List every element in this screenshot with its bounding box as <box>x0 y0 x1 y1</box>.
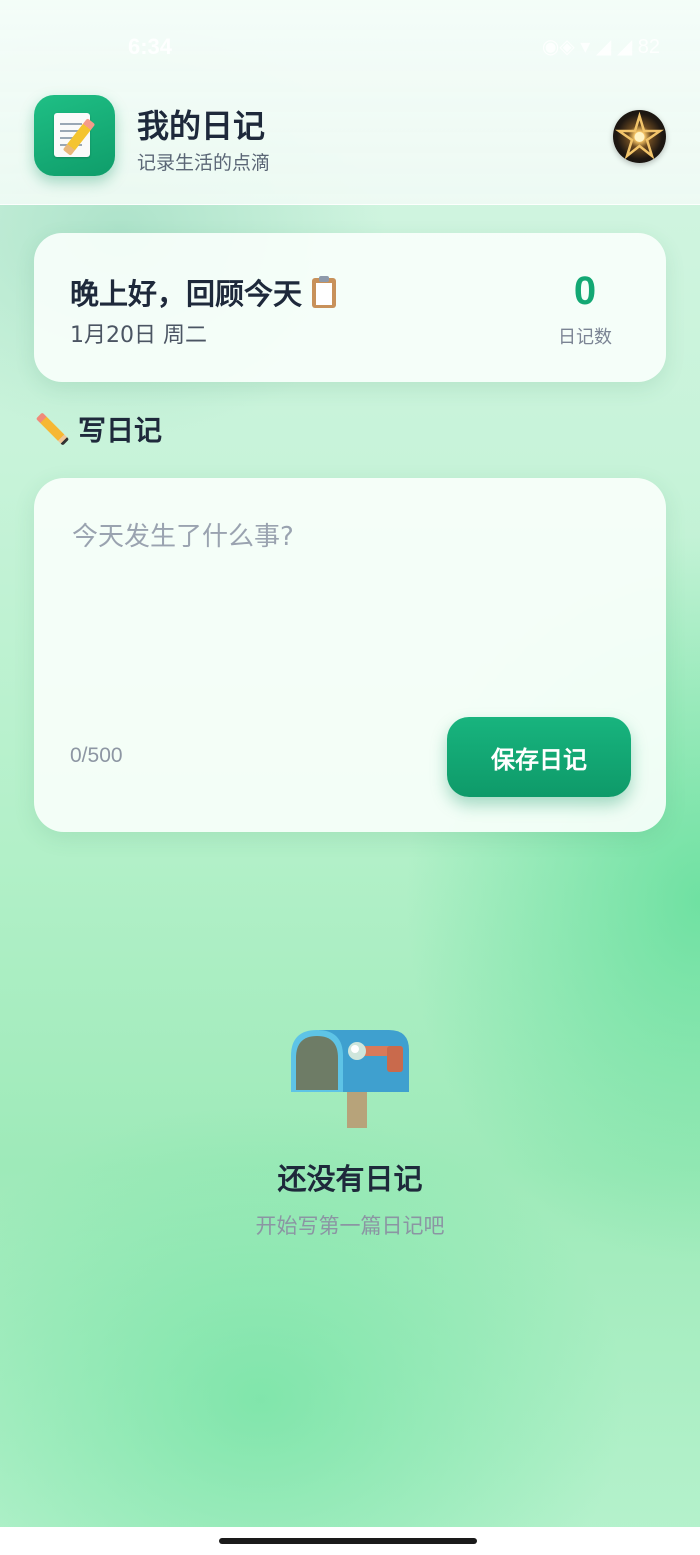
mailbox-icon <box>291 1030 409 1128</box>
app-header: 6:34 ◉◈ ▾ ◢ ◢ 82 我的日记 记录生活的点滴 <box>0 0 700 205</box>
bottom-bar <box>0 1527 700 1555</box>
app-title: 我的日记 <box>137 107 266 145</box>
app-subtitle: 记录生活的点滴 <box>137 152 271 174</box>
write-diary-heading: 写日记 <box>34 409 162 449</box>
empty-title: 还没有日记 <box>277 1162 423 1196</box>
greeting-heading: 晚上好，回顾今天 <box>70 271 337 313</box>
clipboard-icon <box>312 276 337 308</box>
empty-subtitle: 开始写第一篇日记吧 <box>255 1214 445 1238</box>
diary-input[interactable] <box>70 514 634 688</box>
star-icon <box>614 111 665 160</box>
diary-count: 0 <box>573 269 597 313</box>
empty-state: 还没有日记 开始写第一篇日记吧 <box>0 1010 700 1250</box>
greeting-text: 晚上好，回顾今天 <box>70 277 303 311</box>
current-date: 1月20日 周二 <box>70 323 207 348</box>
status-time: 6:34 <box>128 34 173 59</box>
notepad-pencil-icon <box>34 95 115 176</box>
status-bar: 6:34 ◉◈ ▾ ◢ ◢ 82 <box>0 0 700 90</box>
pencil-icon <box>34 412 68 446</box>
greeting-card: 晚上好，回顾今天 1月20日 周二 0 日记数 <box>34 233 666 382</box>
avatar[interactable] <box>613 110 666 163</box>
status-indicators: ◉◈ ▾ ◢ ◢ 82 <box>541 36 660 58</box>
save-diary-button[interactable]: 保存日记 <box>447 717 631 797</box>
write-diary-title: 写日记 <box>78 414 163 447</box>
home-indicator[interactable] <box>219 1538 477 1544</box>
diary-count-label: 日记数 <box>558 327 612 348</box>
editor-card: 0/500 保存日记 <box>34 478 666 832</box>
char-count: 0/500 <box>70 744 123 767</box>
